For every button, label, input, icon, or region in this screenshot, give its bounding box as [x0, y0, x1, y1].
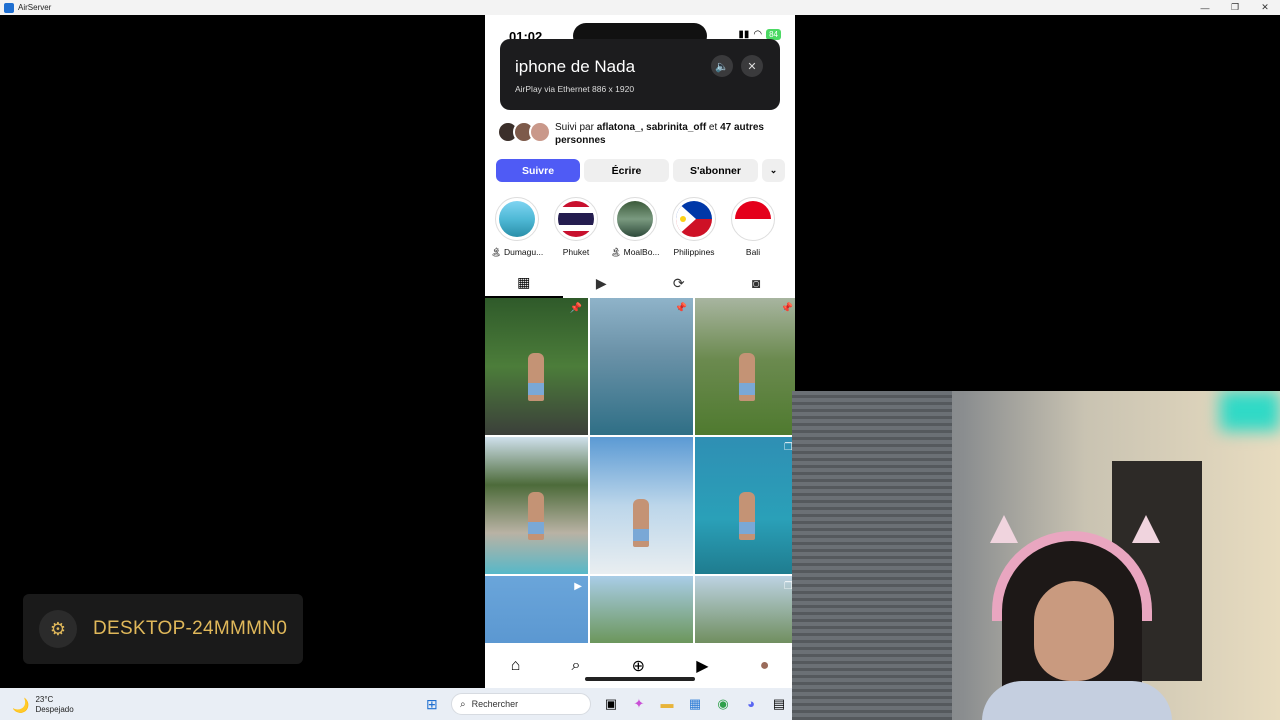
followed-names: aflatona_, sabrinita_off: [596, 122, 707, 133]
copilot-icon[interactable]: ✦: [630, 696, 648, 712]
highlight-label: Phuket: [562, 247, 590, 257]
window-title: AirServer: [18, 3, 52, 12]
follower-avatars: [497, 121, 551, 143]
pin-icon: 📌: [674, 303, 687, 314]
create-post-icon[interactable]: ⊕: [632, 656, 645, 676]
highlight-item[interactable]: 🏝 Dumagu...: [490, 197, 544, 258]
windows-start-icon[interactable]: ⊞: [426, 696, 438, 713]
highlight-item[interactable]: Phuket: [552, 197, 600, 258]
maximize-button[interactable]: ❐: [1220, 0, 1250, 15]
profile-tabs: ▦ ▶ ⟳ ◙: [485, 268, 795, 298]
computer-name: DESKTOP-24MMMN0: [93, 618, 288, 639]
search-icon: ⌕: [460, 698, 466, 710]
post-thumbnail[interactable]: ❐: [695, 437, 795, 574]
airplay-device-name: iphone de Nada: [515, 57, 636, 76]
pin-icon: 📌: [569, 303, 582, 314]
highlight-label: Bali: [745, 247, 761, 257]
minimize-button[interactable]: —: [1190, 0, 1220, 15]
highlight-label: 🏝 MoalBo...: [610, 247, 660, 257]
home-indicator[interactable]: [585, 677, 695, 681]
moon-icon: 🌙: [12, 696, 30, 713]
mirrored-phone-screen[interactable]: 01:02 ▮▮ ◠ 84 iphone de Nada AirPlay via…: [485, 15, 795, 688]
post-thumbnail[interactable]: [590, 437, 693, 574]
post-thumbnail[interactable]: 📌: [695, 298, 795, 435]
post-thumbnail[interactable]: 📌: [590, 298, 693, 435]
chrome-icon[interactable]: ◉: [714, 696, 732, 712]
weather-condition: Despejado: [35, 705, 74, 714]
webcam-overlay: [792, 391, 1280, 720]
close-window-button[interactable]: ✕: [1250, 0, 1280, 15]
profile-actions: Suivre Écrire S'abonner ⌄: [496, 159, 785, 182]
bottom-navigation: ⌂ ⌕ ⊕ ▶ ●: [485, 643, 795, 688]
post-thumbnail[interactable]: [485, 437, 588, 574]
followed-prefix: Suivi par: [555, 122, 597, 133]
post-thumbnail[interactable]: ❐: [695, 576, 795, 643]
reel-icon: ▶: [574, 581, 582, 592]
grid-tab-icon[interactable]: ▦: [485, 268, 563, 298]
profile-avatar-icon[interactable]: ●: [760, 657, 770, 675]
close-icon[interactable]: ✕: [741, 55, 763, 77]
store-icon[interactable]: ▦: [686, 696, 704, 712]
followed-by-row[interactable]: Suivi par aflatona_, sabrinita_off et 47…: [497, 121, 787, 147]
avatar: [529, 121, 551, 143]
teal-light: [1220, 391, 1280, 431]
highlight-item[interactable]: Bali: [729, 197, 777, 258]
pin-icon: 📌: [780, 303, 793, 314]
reels-icon[interactable]: ▶: [696, 656, 708, 676]
search-icon[interactable]: ⌕: [571, 657, 580, 675]
highlight-item[interactable]: 🏝 MoalBo...: [610, 197, 660, 258]
story-highlights: 🏝 Dumagu... Phuket 🏝 MoalBo... Philippin…: [490, 197, 777, 258]
airplay-subtitle: AirPlay via Ethernet 886 x 1920: [515, 84, 635, 94]
file-explorer-icon[interactable]: ▬: [658, 696, 676, 712]
taskbar-search-box[interactable]: ⌕ Rechercher: [451, 693, 591, 715]
subscribe-button[interactable]: S'abonner: [673, 159, 758, 182]
airserver-device-toast[interactable]: ⚙ DESKTOP-24MMMN0: [23, 594, 303, 664]
post-thumbnail[interactable]: [590, 576, 693, 643]
tagged-tab-icon[interactable]: ◙: [718, 268, 796, 298]
follow-button[interactable]: Suivre: [496, 159, 580, 182]
highlight-label: 🏝 Dumagu...: [490, 247, 544, 257]
windows-taskbar: 🌙 23°C Despejado ⊞ ⌕ Rechercher ▣ ✦ ▬ ▦ …: [0, 688, 792, 720]
post-thumbnail[interactable]: 📌: [485, 298, 588, 435]
streamer: [982, 515, 1172, 720]
discord-icon[interactable]: ◕: [742, 696, 760, 712]
followed-mid: et: [706, 122, 721, 133]
taskbar-apps: ▣ ✦ ▬ ▦ ◉ ◕ ▤: [602, 696, 788, 712]
search-placeholder: Rechercher: [471, 699, 519, 709]
highlight-label: Philippines: [673, 247, 715, 257]
window-blinds: [792, 391, 952, 720]
reels-tab-icon[interactable]: ▶: [563, 268, 641, 298]
airplay-device-popup: iphone de Nada AirPlay via Ethernet 886 …: [500, 39, 780, 110]
weather-widget[interactable]: 🌙 23°C Despejado: [12, 695, 74, 715]
window-titlebar: AirServer — ❐ ✕: [0, 0, 1280, 15]
reposts-tab-icon[interactable]: ⟳: [640, 268, 718, 298]
followed-by-text: Suivi par aflatona_, sabrinita_off et 47…: [555, 121, 787, 147]
temperature: 23°C: [35, 695, 54, 704]
app-icon[interactable]: ▤: [770, 696, 788, 712]
speaker-icon[interactable]: 🔈: [711, 55, 733, 77]
task-view-icon[interactable]: ▣: [602, 696, 620, 712]
message-button[interactable]: Écrire: [584, 159, 669, 182]
airserver-app-icon: [4, 2, 14, 13]
posts-grid: 📌 📌 📌 ❐ ▶ ❐: [485, 298, 795, 643]
highlight-item[interactable]: Philippines: [670, 197, 718, 258]
gear-icon[interactable]: ⚙: [39, 610, 77, 648]
post-thumbnail[interactable]: ▶: [485, 576, 588, 643]
more-options-button[interactable]: ⌄: [762, 159, 785, 182]
home-icon[interactable]: ⌂: [511, 657, 521, 675]
window-controls: — ❐ ✕: [1190, 0, 1280, 15]
